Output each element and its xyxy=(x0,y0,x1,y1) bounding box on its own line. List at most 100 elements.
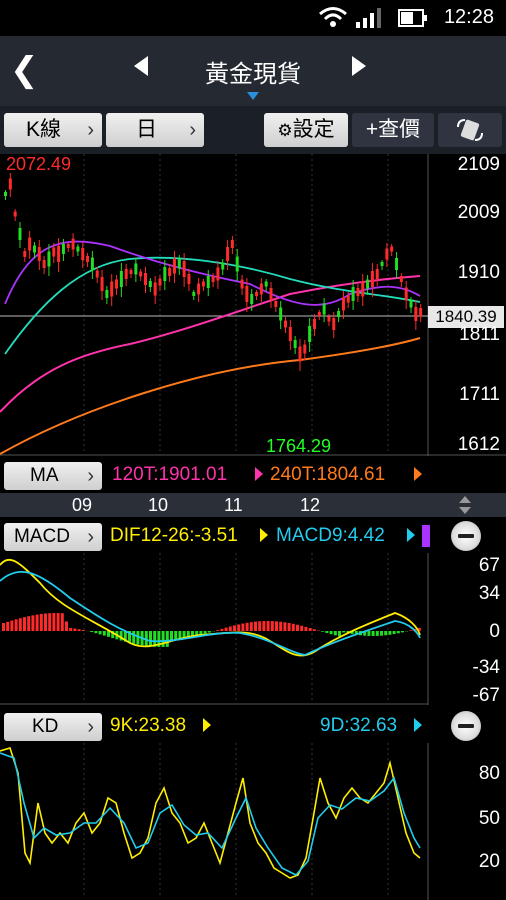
kd-button-label: KD xyxy=(32,716,59,737)
resize-handle-icon[interactable] xyxy=(458,495,472,515)
candle-body xyxy=(404,287,408,301)
chart-type-label: K線 xyxy=(26,118,62,141)
next-item-icon[interactable] xyxy=(352,56,366,76)
candle-body xyxy=(399,276,403,282)
ma120-line xyxy=(0,275,421,413)
macd-histogram-bar xyxy=(90,631,94,633)
macd-histogram-bar xyxy=(321,631,325,632)
candle-body xyxy=(148,281,152,287)
macd-chart[interactable]: 67 34 0 -34 -67 xyxy=(0,553,506,706)
macd-histogram-bar xyxy=(31,615,35,631)
y-tick-label: 1811 xyxy=(459,324,500,345)
candle-body xyxy=(18,228,22,240)
add-quote-button[interactable]: +查價 xyxy=(352,113,434,147)
candle-body xyxy=(158,278,162,286)
macd-histogram-bar xyxy=(396,631,400,634)
macd-histogram-bar xyxy=(35,614,39,631)
macd-histogram-bar xyxy=(27,616,31,631)
kd-button[interactable]: KD › xyxy=(4,713,102,741)
macd9-value: MACD9:4.42 xyxy=(276,525,385,546)
kd-chart[interactable]: 80 50 20 xyxy=(0,743,506,900)
app-header: ❮ 黃金現貨 xyxy=(0,36,506,106)
candle-body xyxy=(370,271,374,287)
macd-histogram-bar xyxy=(258,621,262,631)
candle-body xyxy=(390,246,394,252)
candle-body xyxy=(327,316,331,322)
candle-body xyxy=(52,247,56,257)
macd-histogram-bar xyxy=(262,621,266,631)
macd-button[interactable]: MACD › xyxy=(4,523,102,551)
candle-body xyxy=(414,307,418,321)
month-axis: 09 10 11 12 xyxy=(0,493,506,517)
macd-histogram-bar xyxy=(216,630,220,631)
candle-body xyxy=(37,247,41,261)
chevron-right-icon: › xyxy=(87,119,94,141)
macd-histogram-bar xyxy=(401,631,404,633)
chevron-right-icon: › xyxy=(87,716,94,738)
macd-histogram-bar xyxy=(279,621,283,631)
macd-button-label: MACD xyxy=(14,526,70,547)
candle-body xyxy=(308,326,312,342)
price-chart[interactable]: 2072.49 1764.29 2109 2009 1910 1840.39 1… xyxy=(0,154,506,456)
kd-chart-canvas xyxy=(0,743,429,900)
macd-histogram-bar xyxy=(367,631,371,636)
candle-body xyxy=(322,303,326,315)
candle-body xyxy=(303,344,307,354)
candle-body xyxy=(81,248,85,260)
ma-button[interactable]: MA › xyxy=(4,462,102,490)
candle-body xyxy=(279,307,283,321)
candle-body xyxy=(139,271,143,277)
candle-body xyxy=(182,261,186,277)
candle-body xyxy=(341,297,345,311)
chevron-right-icon: › xyxy=(87,526,94,548)
macd-histogram-bar xyxy=(52,613,56,631)
macd-histogram-bar xyxy=(44,613,47,631)
candle-body xyxy=(211,276,215,282)
macd-histogram-bar xyxy=(228,626,232,631)
macd-histogram-bar xyxy=(304,626,308,631)
candle-body xyxy=(250,294,254,304)
candle-body xyxy=(47,251,51,267)
collapse-kd-button[interactable] xyxy=(451,711,481,741)
candle-body xyxy=(235,256,239,272)
chevron-right-icon: › xyxy=(87,465,94,487)
macd-histogram-bar xyxy=(325,631,329,633)
rotate-icon xyxy=(457,119,483,141)
macd-histogram-bar xyxy=(10,620,14,631)
dif-value: DIF12-26:-3.51 xyxy=(110,525,238,546)
macd-histogram-bar xyxy=(73,628,77,631)
month-label: 10 xyxy=(148,495,169,515)
candle-body xyxy=(28,237,32,251)
collapse-macd-button[interactable] xyxy=(451,521,481,551)
macd-histogram-bar xyxy=(81,630,85,631)
candle-body xyxy=(201,281,205,287)
candle-body xyxy=(361,281,365,297)
candle-body xyxy=(187,274,191,284)
rotate-screen-button[interactable] xyxy=(438,113,502,147)
macd-histogram-bar xyxy=(254,621,257,631)
macd-histogram-bar xyxy=(220,628,224,631)
settings-button[interactable]: ⚙設定 xyxy=(264,113,348,147)
macd-histogram-bar xyxy=(77,629,81,631)
month-label: 11 xyxy=(224,495,243,515)
d-line xyxy=(0,752,421,876)
kd-y-tick: 80 xyxy=(478,763,500,784)
macd-histogram-bar xyxy=(245,622,249,631)
period-select[interactable]: 日 › xyxy=(106,113,204,147)
candle-body xyxy=(134,263,138,275)
candle-body xyxy=(288,327,292,341)
macd-histogram-bar xyxy=(170,631,173,641)
candle-body xyxy=(380,262,384,266)
candle-body xyxy=(163,267,167,281)
chart-type-select[interactable]: K線 › xyxy=(4,113,102,147)
wifi-icon xyxy=(319,7,347,27)
dropdown-caret-icon[interactable] xyxy=(247,92,259,100)
y-tick-label: 1612 xyxy=(457,434,500,455)
dif-arrow-icon xyxy=(260,528,268,542)
candle-body xyxy=(274,301,278,307)
macd-y-tick: -67 xyxy=(472,685,500,706)
candle-body xyxy=(197,283,201,295)
macd-y-tick: -34 xyxy=(472,657,500,678)
candle-body xyxy=(177,259,181,269)
macd-histogram-bar xyxy=(283,622,287,631)
